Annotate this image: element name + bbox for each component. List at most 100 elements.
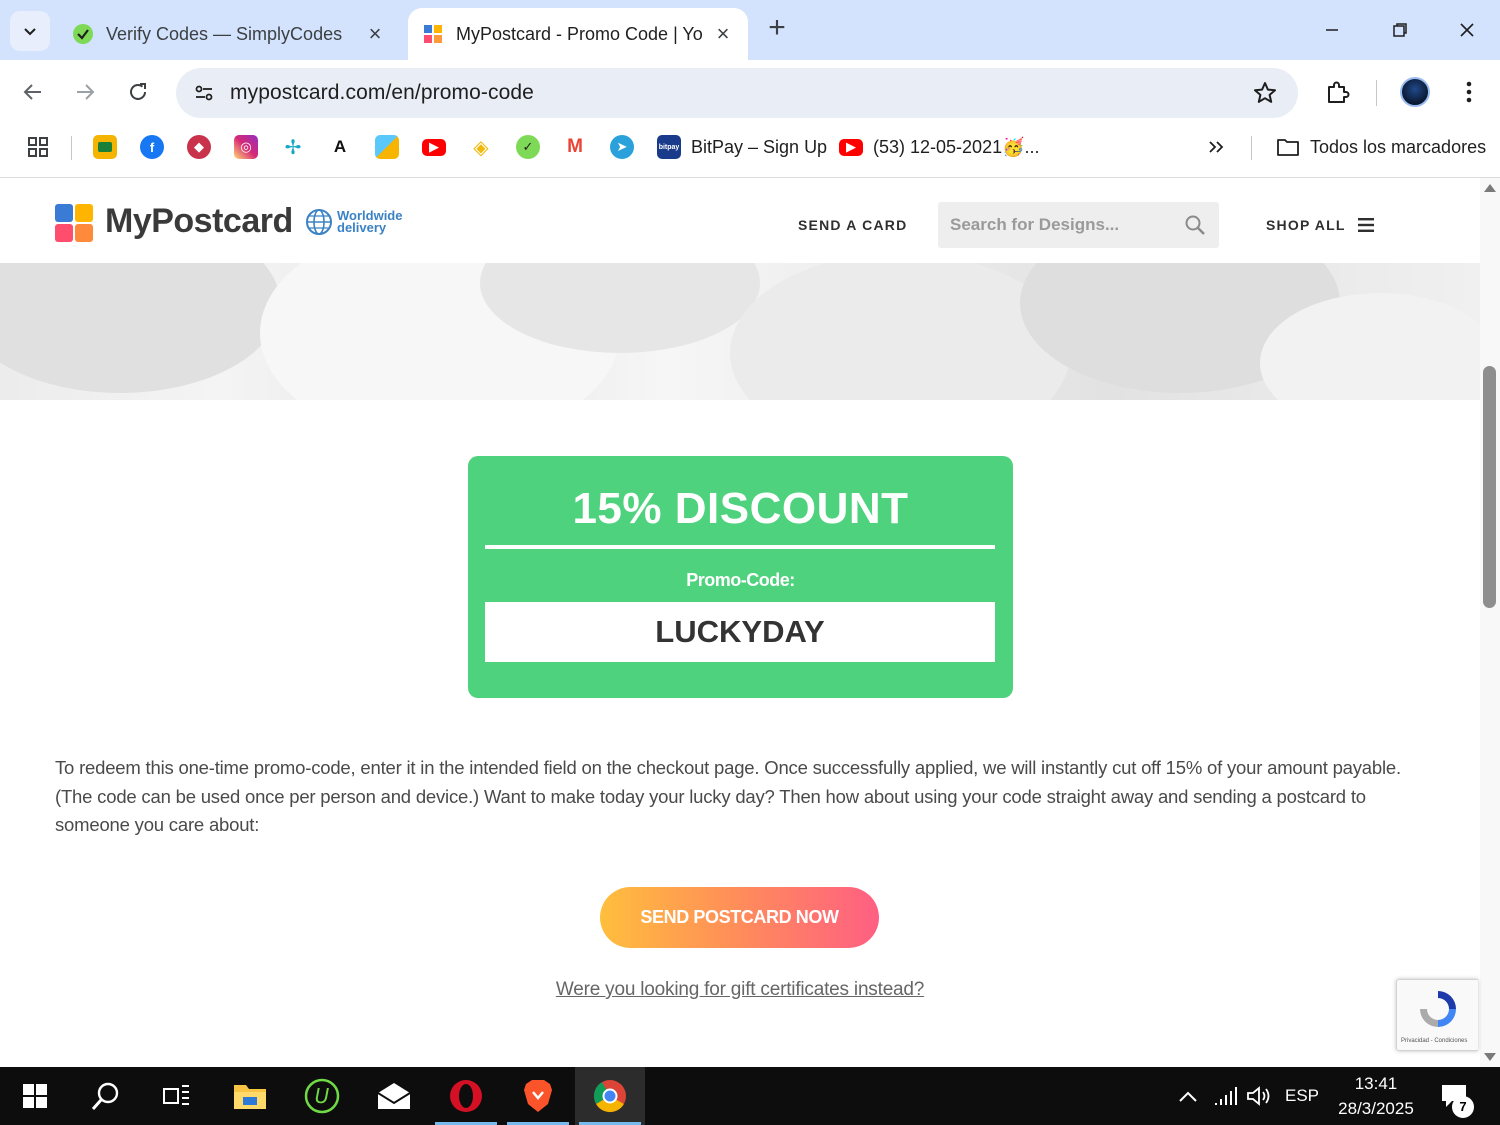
gmail-icon: M — [563, 135, 587, 159]
speaker-icon — [1247, 1086, 1270, 1106]
bookmark-gmail[interactable]: M — [563, 135, 597, 159]
reload-button[interactable] — [120, 74, 156, 110]
mypostcard-icon — [424, 25, 442, 43]
upwork-icon: U — [304, 1078, 340, 1114]
bitpay-icon: bitpay — [657, 135, 681, 159]
start-button[interactable] — [0, 1067, 70, 1125]
all-bookmarks-button[interactable]: Todos los marcadores — [1276, 135, 1486, 159]
profile-avatar[interactable] — [1400, 77, 1430, 107]
nav-shop-all[interactable]: SHOP ALL — [1266, 217, 1374, 233]
address-bar[interactable]: mypostcard.com/en/promo-code — [176, 68, 1298, 118]
bookmark-simplycodes[interactable]: ✓ — [516, 135, 550, 159]
tab-mypostcard[interactable]: MyPostcard - Promo Code | You × — [408, 8, 748, 60]
more-bookmarks-button[interactable] — [1206, 135, 1226, 159]
bookmark-star-icon[interactable] — [1252, 80, 1278, 106]
shop-all-label: SHOP ALL — [1266, 217, 1346, 233]
promo-code-label: Promo-Code: — [686, 570, 795, 590]
network-button[interactable] — [1208, 1067, 1244, 1125]
show-hidden-icons-button[interactable] — [1170, 1067, 1206, 1125]
upwork-app-button[interactable]: U — [287, 1067, 357, 1125]
bookmark-puzzle-app[interactable] — [375, 135, 409, 159]
minimize-icon — [1326, 29, 1338, 31]
tab-title: MyPostcard - Promo Code | You — [456, 23, 702, 44]
pinwheel-icon: ✢ — [281, 135, 305, 159]
bookmark-a-logo[interactable]: A — [328, 135, 362, 159]
input-language-indicator[interactable]: ESP — [1282, 1067, 1322, 1125]
bookmark-classroom[interactable] — [93, 135, 127, 159]
close-tab-icon[interactable]: × — [712, 21, 734, 46]
more-vert-icon — [1466, 81, 1472, 103]
new-tab-button[interactable]: + — [762, 13, 792, 44]
file-explorer-button[interactable] — [215, 1067, 285, 1125]
site-info-button[interactable] — [190, 79, 218, 107]
search-icon[interactable] — [1183, 213, 1207, 237]
minimize-button[interactable] — [1312, 12, 1352, 48]
send-postcard-now-button[interactable]: SEND POSTCARD NOW — [600, 887, 879, 948]
brave-icon — [524, 1080, 552, 1112]
all-bookmarks-label: Todos los marcadores — [1310, 136, 1487, 157]
chrome-browser-button[interactable] — [575, 1067, 645, 1125]
taskbar-search-button[interactable] — [71, 1067, 141, 1125]
recaptcha-terms[interactable]: Privacidad - Condiciones — [1401, 1038, 1467, 1044]
notification-count-badge: 7 — [1452, 1096, 1474, 1118]
gift-certificates-link: Were you looking for gift certificates i… — [0, 979, 1480, 1001]
system-clock[interactable]: 13:41 28/3/2025 — [1332, 1071, 1420, 1121]
mail-app-button[interactable] — [359, 1067, 429, 1125]
discount-title: 15% DISCOUNT — [572, 484, 909, 533]
close-tab-icon[interactable]: × — [364, 21, 386, 46]
bookmark-facebook[interactable]: f — [140, 135, 174, 159]
brave-browser-button[interactable] — [503, 1067, 573, 1125]
scroll-up-arrow-icon[interactable] — [1484, 184, 1496, 192]
search-placeholder: Search for Designs... — [950, 215, 1120, 234]
volume-button[interactable] — [1241, 1067, 1277, 1125]
bookmark-separator — [1251, 136, 1252, 160]
search-icon — [91, 1082, 119, 1110]
site-header: MyPostcard Worldwide delivery SEND A CAR… — [0, 178, 1480, 263]
page-scrollbar[interactable] — [1480, 178, 1500, 1067]
promo-code-value[interactable]: LUCKYDAY — [485, 602, 995, 662]
extensions-button[interactable] — [1319, 74, 1355, 110]
mypostcard-logo-icon[interactable] — [55, 204, 93, 242]
scrollbar-thumb[interactable] — [1483, 366, 1496, 608]
worldwide-delivery-text: Worldwide delivery — [337, 209, 402, 234]
chrome-menu-button[interactable] — [1451, 74, 1487, 110]
promo-divider — [485, 545, 995, 549]
url-text[interactable]: mypostcard.com/en/promo-code — [230, 81, 534, 105]
bookmark-instagram[interactable]: ◎ — [234, 135, 268, 159]
close-window-button[interactable] — [1447, 12, 1487, 48]
chevron-down-icon — [24, 28, 36, 36]
apps-button[interactable] — [27, 135, 49, 159]
bookmark-youtube-video[interactable]: ▶ (53) 12-05-2021🥳... — [839, 135, 1040, 159]
opera-browser-button[interactable] — [431, 1067, 501, 1125]
scroll-down-arrow-icon[interactable] — [1484, 1053, 1496, 1061]
nav-send-a-card[interactable]: SEND A CARD — [798, 217, 907, 233]
apps-grid-icon — [28, 137, 48, 157]
bookmark-pinwheel[interactable]: ✢ — [281, 135, 315, 159]
restore-button[interactable] — [1380, 12, 1420, 48]
recaptcha-badge[interactable]: Privacidad - Condiciones — [1396, 979, 1478, 1051]
bookmark-separator — [71, 136, 72, 160]
design-search-input[interactable]: Search for Designs... — [938, 202, 1219, 248]
promo-code-card: 15% DISCOUNT Promo-Code: LUCKYDAY — [468, 456, 1013, 698]
tab-title: Verify Codes — SimplyCodes — [106, 23, 343, 44]
back-button[interactable] — [15, 74, 51, 110]
bookmark-youtube[interactable]: ▶ — [422, 135, 456, 159]
bookmark-binance[interactable]: ◈ — [469, 135, 503, 159]
puzzle-icon — [1328, 81, 1350, 103]
tab-simplycodes[interactable]: Verify Codes — SimplyCodes × — [58, 8, 400, 60]
task-view-button[interactable] — [141, 1067, 211, 1125]
language-label: ESP — [1284, 1086, 1320, 1105]
toolbar-separator — [1376, 80, 1377, 106]
bookmark-cube[interactable]: ◆ — [187, 135, 221, 159]
reload-icon — [130, 83, 146, 100]
svg-text:U: U — [315, 1084, 330, 1108]
forward-button[interactable] — [67, 74, 103, 110]
simplycodes-icon: ✓ — [516, 135, 540, 159]
gift-certificates-link-text[interactable]: Were you looking for gift certificates i… — [556, 979, 925, 1000]
bookmark-bitpay[interactable]: bitpay BitPay – Sign Up — [657, 135, 827, 159]
mail-icon — [377, 1083, 411, 1109]
tab-search-button[interactable] — [10, 11, 50, 51]
site-logo-text[interactable]: MyPostcard — [105, 202, 293, 241]
bookmark-telegram[interactable]: ➤ — [610, 135, 644, 159]
notification-center-button[interactable] — [1432, 1067, 1476, 1125]
